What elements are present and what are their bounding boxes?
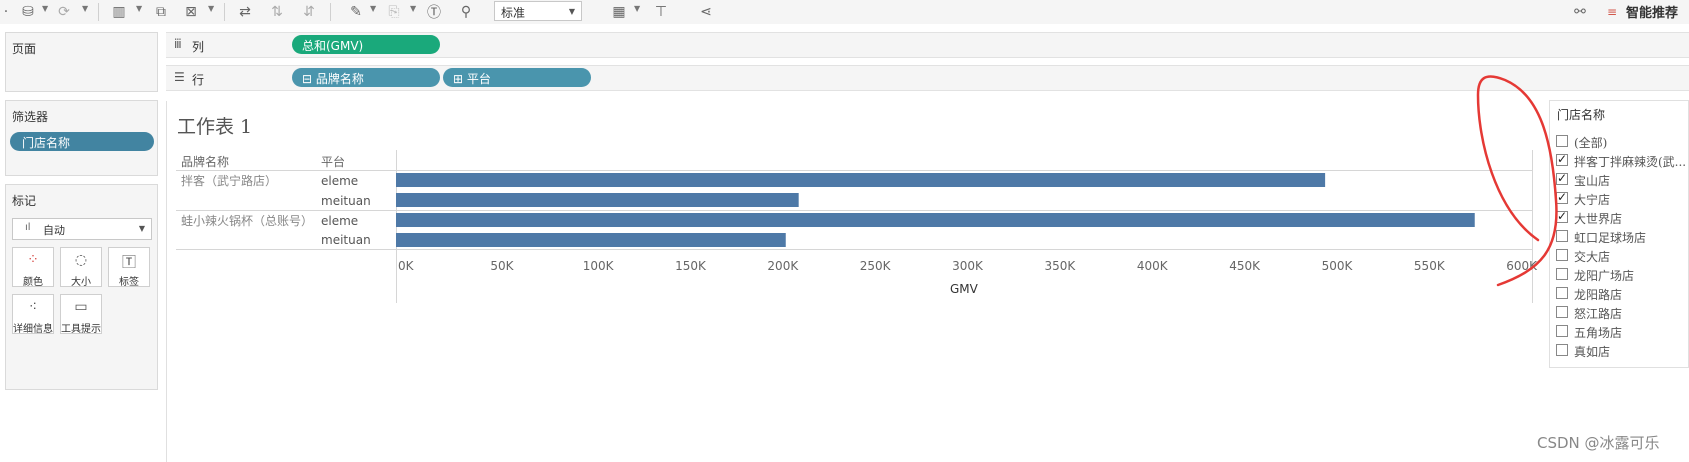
checkbox[interactable] (1556, 249, 1568, 261)
gmv-bar-chart (396, 173, 1475, 247)
x-axis-title[interactable]: GMV (950, 282, 978, 296)
store-filter-item-label: 五角场店 (1574, 326, 1623, 340)
checkbox[interactable] (1556, 135, 1568, 147)
gmv-bar[interactable] (396, 233, 786, 247)
store-filter-item-label: 宝山店 (1574, 174, 1611, 188)
checkbox[interactable] (1556, 287, 1568, 299)
checkbox[interactable] (1556, 190, 1568, 204)
x-tick-label: 400K (1136, 259, 1168, 273)
store-filter-item-label: 龙阳路店 (1574, 288, 1623, 302)
checkbox[interactable] (1556, 306, 1568, 318)
gmv-bar[interactable] (396, 173, 1326, 187)
checkbox[interactable] (1556, 171, 1568, 185)
store-filter-title[interactable]: 门店名称 (1557, 106, 1605, 123)
gmv-bar[interactable] (396, 213, 1475, 227)
watermark: CSDN @冰露可乐 (1537, 434, 1660, 452)
x-tick-label: 50K (490, 259, 514, 273)
x-tick-label: 500K (1321, 259, 1353, 273)
store-filter-item-label: 交大店 (1574, 250, 1611, 264)
x-tick-label: 350K (1044, 259, 1076, 273)
x-tick-label: 0K (398, 259, 414, 273)
x-tick-label: 100K (582, 259, 614, 273)
gmv-bar[interactable] (396, 193, 799, 207)
checkbox[interactable] (1556, 230, 1568, 242)
checkbox[interactable] (1556, 325, 1568, 337)
store-filter-item-label: 龙阳广场店 (1574, 269, 1635, 283)
store-filter-item-label: 大世界店 (1574, 212, 1623, 226)
store-filter-item-label: 虹口足球场店 (1574, 231, 1647, 245)
checkbox[interactable] (1556, 344, 1568, 356)
x-tick-label: 600K (1506, 259, 1538, 273)
checkbox[interactable] (1556, 209, 1568, 223)
store-filter-item-label: 拌客丁拌麻辣烫(武... (1574, 155, 1687, 169)
store-filter-item-label: (全部) (1574, 136, 1608, 150)
x-tick-label: 300K (952, 259, 983, 273)
x-tick-label: 450K (1229, 259, 1260, 273)
x-tick-label: 550K (1413, 259, 1445, 273)
store-filter-item-label: 大宁店 (1574, 193, 1611, 207)
x-tick-label: 150K (675, 259, 706, 273)
x-tick-label: 250K (859, 259, 891, 273)
checkbox[interactable] (1556, 152, 1568, 166)
x-tick-label: 200K (767, 259, 799, 273)
store-filter-item-label: 真如店 (1574, 345, 1611, 359)
store-filter-item-label: 怒江路店 (1574, 307, 1623, 321)
checkbox[interactable] (1556, 268, 1568, 280)
